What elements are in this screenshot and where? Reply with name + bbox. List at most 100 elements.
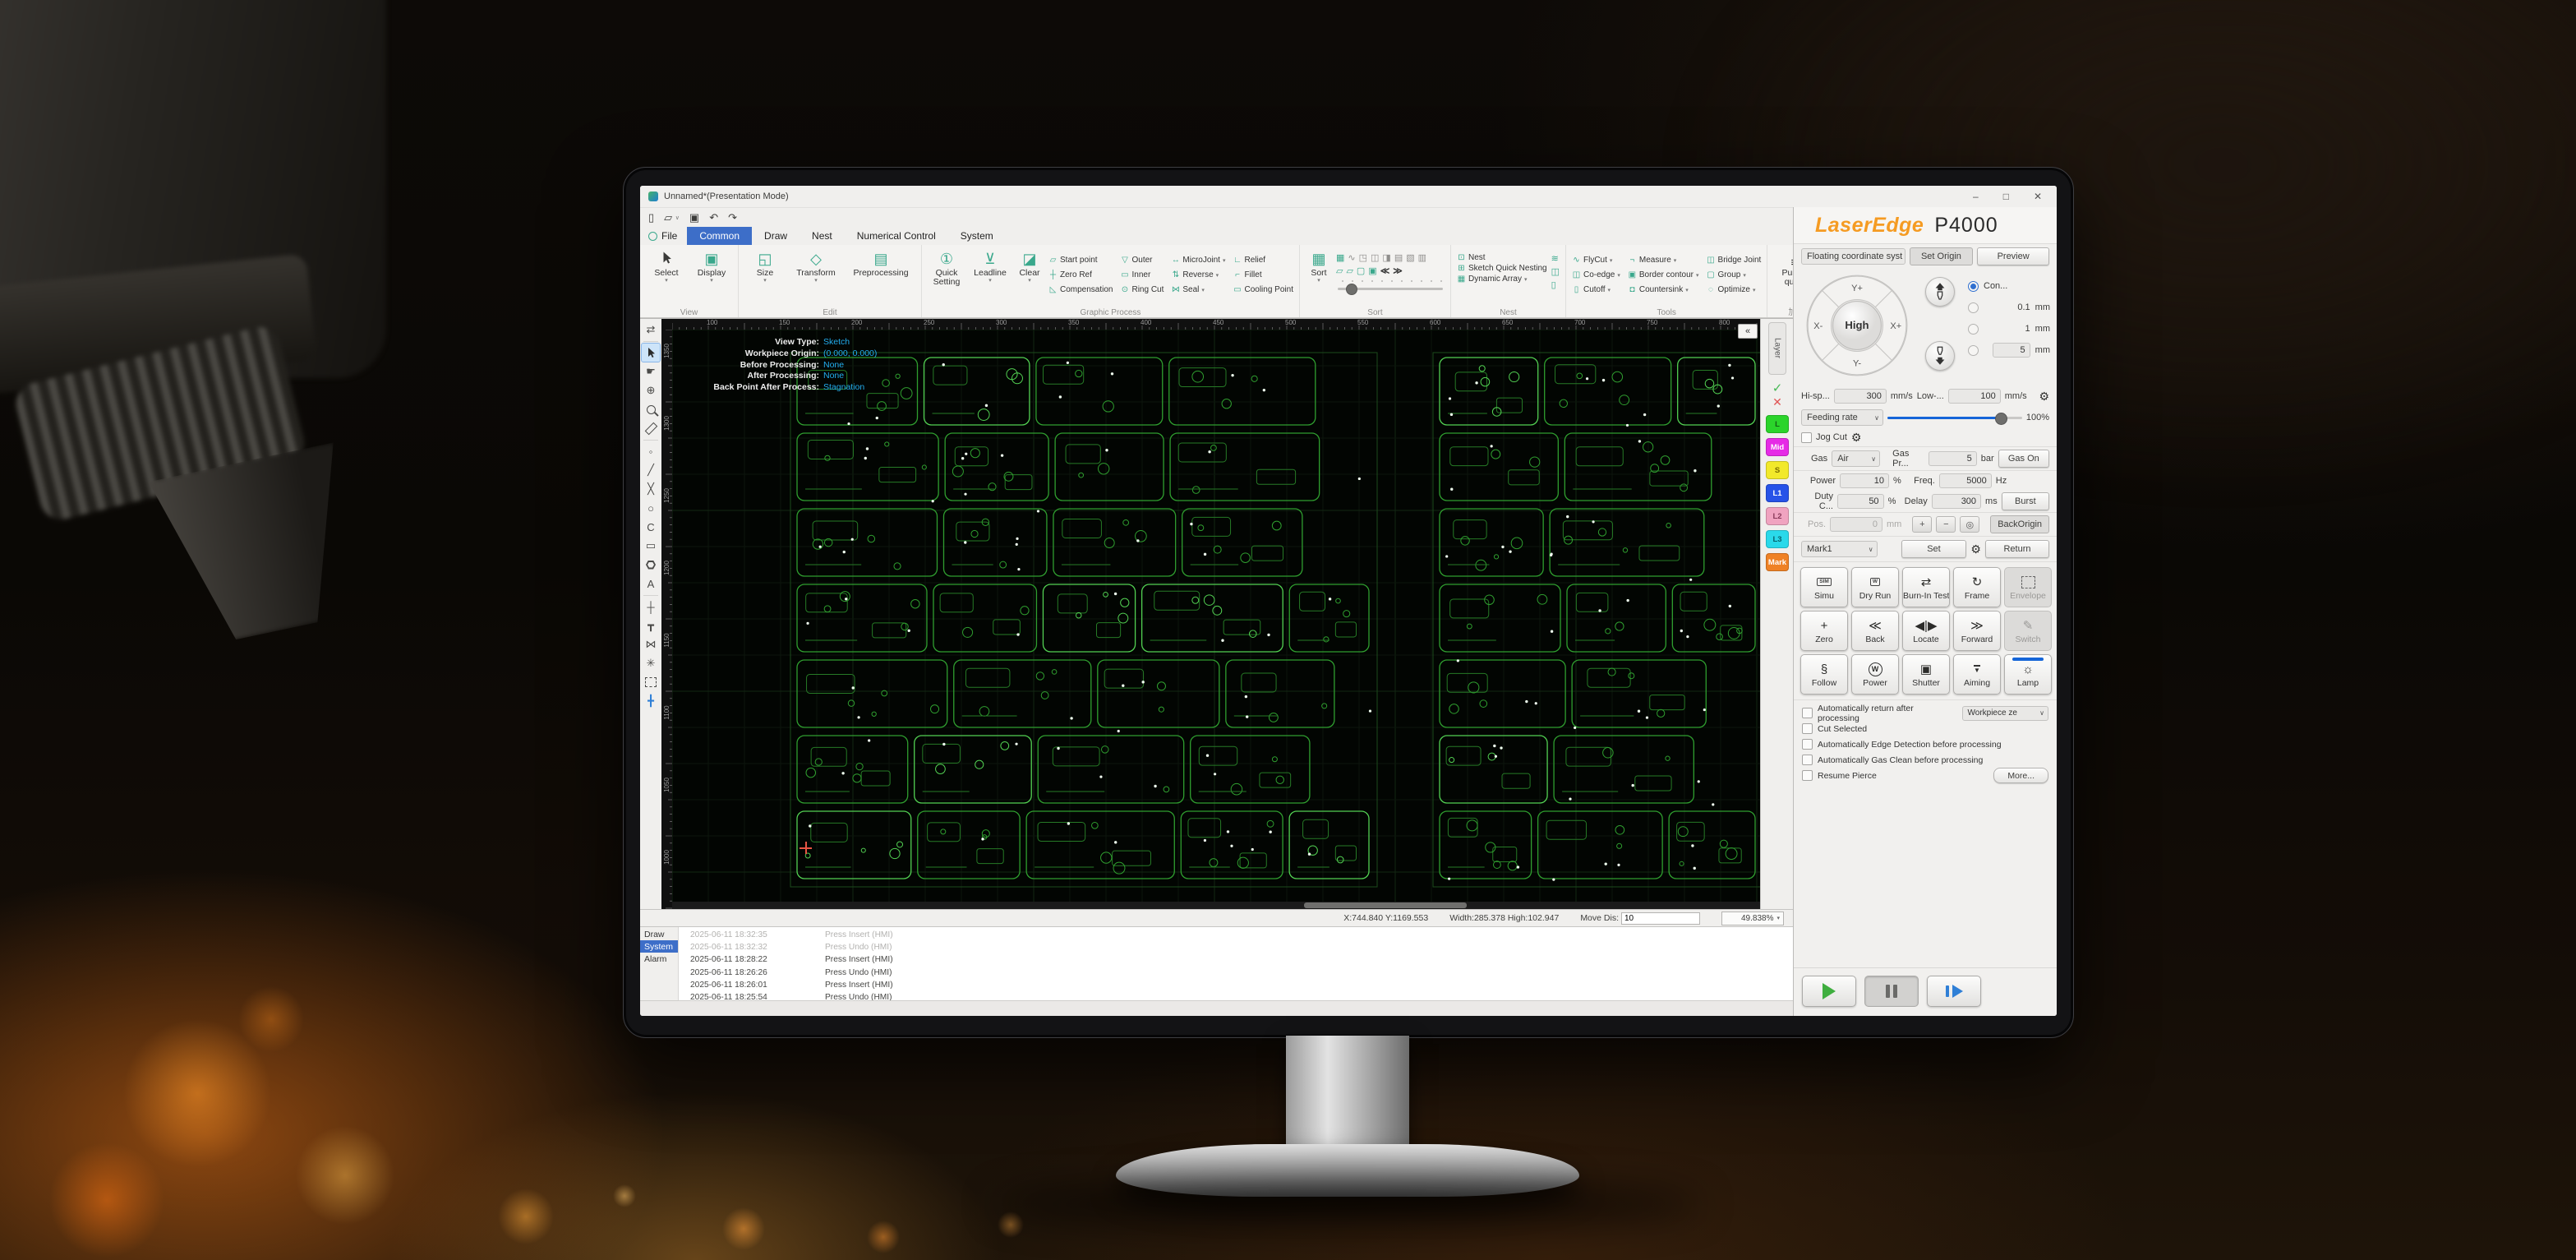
collapse-tool[interactable]: ⇄ xyxy=(642,321,660,339)
layer-check-icon[interactable]: ✓ xyxy=(1772,381,1783,395)
graphic-compensation[interactable]: ◺Compensation xyxy=(1048,283,1113,297)
sort-option-icon[interactable]: ∿ xyxy=(1348,254,1355,263)
graphic-inner[interactable]: ▭Inner xyxy=(1120,268,1164,282)
array-tool[interactable] xyxy=(642,673,660,691)
more-button[interactable]: More... xyxy=(1993,768,2048,783)
gas-on-button[interactable]: Gas On xyxy=(1998,450,2049,468)
graphic-zero-ref[interactable]: ┼Zero Ref xyxy=(1048,268,1113,282)
sort-option-icon[interactable]: ▱ xyxy=(1346,267,1353,276)
lamp-button[interactable]: ☼Lamp xyxy=(2004,654,2052,695)
tool-optimize[interactable]: ◌Optimize▾ xyxy=(1707,283,1762,297)
set-mark-button[interactable]: Set xyxy=(1901,540,1967,558)
return-button[interactable]: Return xyxy=(1985,540,2049,558)
layer-l3[interactable]: L3 xyxy=(1766,530,1789,548)
tool-bridge-joint[interactable]: ◫Bridge Joint xyxy=(1707,253,1762,267)
sort-option-icon[interactable]: ▤ xyxy=(1394,254,1403,263)
tab-numerical-control[interactable]: Numerical Control xyxy=(845,227,948,245)
preprocessing-button[interactable]: ▤ Preprocessing xyxy=(846,247,915,307)
workpiece-zero-select[interactable]: Workpiece ze∨ xyxy=(1962,706,2049,721)
coordinate-system-select[interactable]: Floating coordinate syst∨ xyxy=(1801,248,1906,265)
position-target-button[interactable]: ◎ xyxy=(1960,516,1979,533)
feeding-rate-slider[interactable] xyxy=(1887,413,2022,422)
bowtie-tool[interactable]: ⋈ xyxy=(642,635,660,653)
preview-button[interactable]: Preview xyxy=(1977,247,2049,265)
feeding-rate-select[interactable]: Feeding rate∨ xyxy=(1801,409,1883,426)
frequency-input[interactable]: 5000 xyxy=(1939,473,1992,488)
set-origin-button[interactable]: Set Origin xyxy=(1910,247,1974,265)
high-speed-input[interactable]: 300 xyxy=(1834,389,1887,404)
layer-cross-icon[interactable]: ✕ xyxy=(1772,395,1782,409)
sort-option-icon[interactable]: ▥ xyxy=(1418,254,1426,263)
sort-option-icon[interactable]: ▦ xyxy=(1336,254,1344,263)
sort-option-icon[interactable]: ≫ xyxy=(1393,267,1403,276)
layer-mid[interactable]: Mid xyxy=(1766,438,1789,456)
sort-slider-thumb[interactable] xyxy=(1346,284,1357,295)
push-to-queue-button[interactable]: ≡± Push to queue xyxy=(1773,247,1794,307)
quick-setting-button[interactable]: ① Quick Setting xyxy=(928,247,965,307)
sort-option-icon[interactable]: ≪ xyxy=(1380,267,1390,276)
new-file-icon[interactable]: ▯ xyxy=(648,212,654,223)
circle-tool[interactable]: ○ xyxy=(642,499,660,517)
step-0.1mm-option[interactable]: 0.1mm xyxy=(1968,297,2050,318)
node-tool[interactable]: ┼ xyxy=(642,598,660,616)
tab-nest[interactable]: Nest xyxy=(800,227,845,245)
polygon-tool[interactable] xyxy=(642,556,660,574)
tool-border-contour[interactable]: ▣Border contour▾ xyxy=(1628,268,1699,282)
spray-tool[interactable]: ✳ xyxy=(642,654,660,672)
radio-0.1mm[interactable] xyxy=(1968,302,1979,313)
shutter-button[interactable]: ▣Shutter xyxy=(1902,654,1950,695)
arc-tool[interactable]: C xyxy=(642,518,660,536)
automatically-gas-clean-before-processing-checkbox[interactable] xyxy=(1802,755,1813,765)
transform-button[interactable]: ◇ Transform▾ xyxy=(790,247,842,307)
nest-side-icon-2[interactable]: ▯ xyxy=(1551,279,1560,290)
follow-button[interactable]: §Follow xyxy=(1800,654,1848,695)
pan-tool[interactable]: ☛ xyxy=(642,362,660,381)
canvas-area[interactable]: 1001502002503003504004505005506006507007… xyxy=(661,319,1761,909)
select-button[interactable]: Select▾ xyxy=(646,247,687,307)
gas-pressure-input[interactable]: 5 xyxy=(1929,451,1977,466)
resume-pierce-checkbox[interactable] xyxy=(1802,770,1813,781)
duty-cycle-input[interactable]: 50 xyxy=(1837,494,1884,509)
line-tool[interactable]: ╱ xyxy=(642,461,660,479)
nest-side-icon-0[interactable]: ≋ xyxy=(1551,253,1560,264)
z-down-button[interactable] xyxy=(1925,341,1955,371)
leadline-button[interactable]: ⊻ Leadline▾ xyxy=(970,247,1011,307)
sort-option-icon[interactable]: ◳ xyxy=(1359,254,1367,263)
nesting-canvas[interactable] xyxy=(672,330,1761,909)
cut-selected-checkbox[interactable] xyxy=(1802,723,1813,734)
sort-button[interactable]: ▦ Sort▾ xyxy=(1306,247,1332,307)
center-tool[interactable]: ⊕ xyxy=(642,381,660,399)
size-button[interactable]: ◱ Size▾ xyxy=(744,247,786,307)
select-tool[interactable] xyxy=(642,344,660,362)
graphic-fillet[interactable]: ⌐Fillet xyxy=(1233,268,1293,282)
sort-option-icon[interactable]: ◨ xyxy=(1382,254,1390,263)
low-speed-input[interactable]: 100 xyxy=(1948,389,2001,404)
open-file-icon[interactable]: ▱ ∨ xyxy=(664,212,680,223)
automatically-return-after-processing-checkbox[interactable] xyxy=(1802,708,1813,718)
layer-l2[interactable]: L2 xyxy=(1766,507,1789,525)
layer-l[interactable]: L xyxy=(1766,415,1789,433)
burn-in-test-button[interactable]: ⇄Burn-In Test xyxy=(1902,567,1950,607)
jog-cut-gear-icon[interactable]: ⚙ xyxy=(1851,432,1862,443)
feeding-rate-slider-thumb[interactable] xyxy=(1995,413,2007,425)
nest-nest[interactable]: ⊡Nest xyxy=(1457,253,1547,262)
graphic-ring-cut[interactable]: ⊙Ring Cut xyxy=(1120,283,1164,297)
speed-settings-gear-icon[interactable]: ⚙ xyxy=(2039,390,2049,402)
layer-mark[interactable]: Mark xyxy=(1766,553,1789,571)
custom-step-input[interactable]: 5 xyxy=(1993,343,2030,358)
forward-button[interactable]: ≫Forward xyxy=(1953,611,2001,651)
zoom-level-select[interactable]: 49.838%▾ xyxy=(1721,912,1784,925)
collapse-layer-panel-button[interactable]: « xyxy=(1738,324,1758,339)
origin-tool[interactable]: ╋ xyxy=(642,692,660,710)
nest-side-icon-1[interactable]: ◫ xyxy=(1551,266,1560,277)
log-tab-alarm[interactable]: Alarm xyxy=(640,953,678,965)
graphic-start-point[interactable]: ▱Start point xyxy=(1048,253,1113,267)
pause-button[interactable] xyxy=(1864,976,1919,1007)
nest-sketch-quick-nesting[interactable]: ⊞Sketch Quick Nesting xyxy=(1457,264,1547,273)
tool-measure[interactable]: ¬Measure▾ xyxy=(1628,253,1699,267)
back-origin-button[interactable]: BackOrigin xyxy=(1990,515,2049,533)
burst-button[interactable]: Burst xyxy=(2002,492,2049,510)
gas-type-select[interactable]: Air∨ xyxy=(1832,450,1880,467)
position-minus-button[interactable]: − xyxy=(1936,516,1956,533)
save-file-icon[interactable]: ▣ xyxy=(689,212,699,223)
